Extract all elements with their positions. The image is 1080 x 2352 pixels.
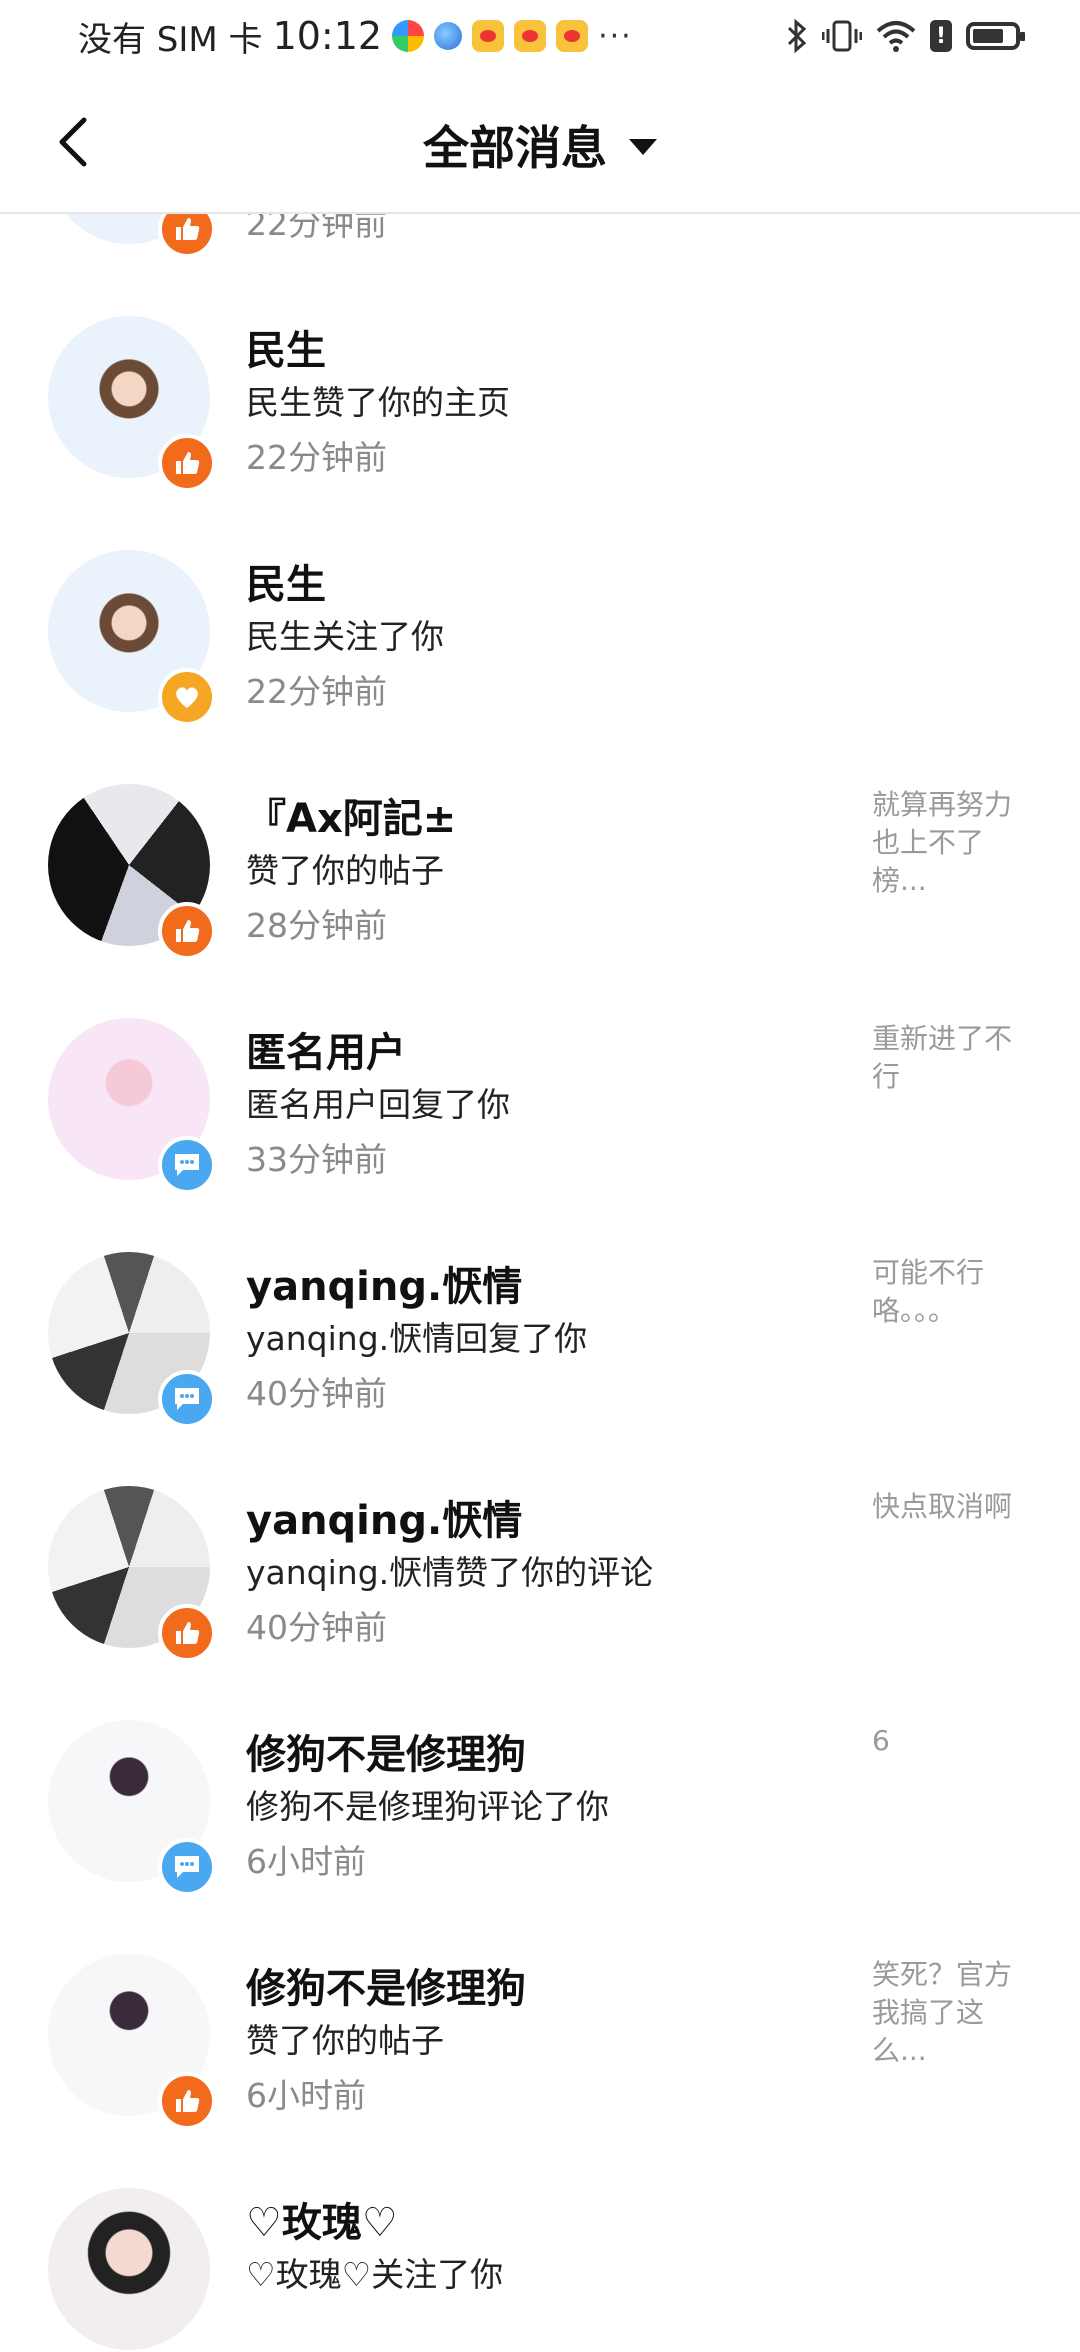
message-preview: 笑死？官方我搞了这么... <box>872 1958 1013 2067</box>
user-name: 民生 <box>246 328 326 374</box>
message-time: 6小时前 <box>246 1842 366 1881</box>
message-time: 28分钟前 <box>246 906 387 945</box>
message-time: 40分钟前 <box>246 1608 387 1647</box>
message-preview: 6 <box>872 1724 890 1757</box>
avatar[interactable] <box>48 2188 210 2350</box>
message-action: yanqing.恹情赞了你的评论 <box>246 1553 654 1592</box>
user-name: 民生 <box>246 562 326 608</box>
caret-down-icon <box>629 139 657 155</box>
user-name: 『Ax阿記± <box>246 796 457 842</box>
message-action: 民生赞了你的主页 <box>246 383 510 422</box>
page-title: 全部消息 <box>423 121 607 175</box>
message-action: ♡玫瑰♡关注了你 <box>246 2255 504 2294</box>
message-item[interactable]: 修狗不是修理狗赞了你的帖子 6小时前 笑死？官方我搞了这么... <box>0 1884 1080 2130</box>
message-filter-dropdown[interactable]: 全部消息 <box>0 110 1080 180</box>
message-preview: 快点取消啊 <box>872 1490 1013 1523</box>
message-preview: 重新进了不行 <box>872 1022 1013 1093</box>
message-time: 40分钟前 <box>246 1374 387 1413</box>
message-time: 22分钟前 <box>246 438 387 477</box>
message-item[interactable]: ♡玫瑰♡ ♡玫瑰♡关注了你 <box>0 2118 1080 2352</box>
user-name: ♡玫瑰♡ <box>246 2200 398 2246</box>
user-name: yanqing.恹情 <box>246 1264 523 1310</box>
message-item[interactable]: 匿名用户匿名用户回复了你 33分钟前 重新进了不行 <box>0 948 1080 1194</box>
message-action: yanqing.恹情回复了你 <box>246 1319 588 1358</box>
message-item[interactable]: 民生民生关注了你 22分钟前 <box>0 480 1080 726</box>
user-name: 修狗不是修理狗 <box>246 1966 526 2012</box>
message-action: 匿名用户回复了你 <box>246 1085 510 1124</box>
user-name: 修狗不是修理狗 <box>246 1732 526 1778</box>
user-name: 匿名用户 <box>246 1030 406 1076</box>
message-time: 6小时前 <box>246 2076 366 2115</box>
message-item[interactable]: 修狗不是修理狗修狗不是修理狗评论了你 6小时前 6 <box>0 1650 1080 1896</box>
message-preview: 可能不行咯。。。 <box>872 1256 985 1327</box>
message-time: 22分钟前 <box>246 672 387 711</box>
message-item[interactable]: yanqing.恹情 yanqing.恹情回复了你 40分钟前 可能不行咯。。。 <box>0 1182 1080 1428</box>
message-action: 修狗不是修理狗评论了你 <box>246 1787 609 1826</box>
message-item[interactable]: 民生民生赞了你的主页 22分钟前 <box>0 246 1080 492</box>
message-preview: 就算再努力也上不了榜... <box>872 788 1013 897</box>
message-item[interactable]: 『Ax阿記± 赞了你的帖子 28分钟前 就算再努力也上不了榜... <box>0 714 1080 960</box>
message-time: 33分钟前 <box>246 1140 387 1179</box>
message-item[interactable]: yanqing.恹情 yanqing.恹情赞了你的评论 40分钟前 快点取消啊 <box>0 1416 1080 1662</box>
top-bar: 全部消息 <box>0 72 1080 214</box>
message-action: 赞了你的帖子 <box>246 2021 444 2060</box>
message-action: 赞了你的帖子 <box>246 851 444 890</box>
user-name: yanqing.恹情 <box>246 1498 523 1544</box>
message-action: 民生关注了你 <box>246 617 444 656</box>
